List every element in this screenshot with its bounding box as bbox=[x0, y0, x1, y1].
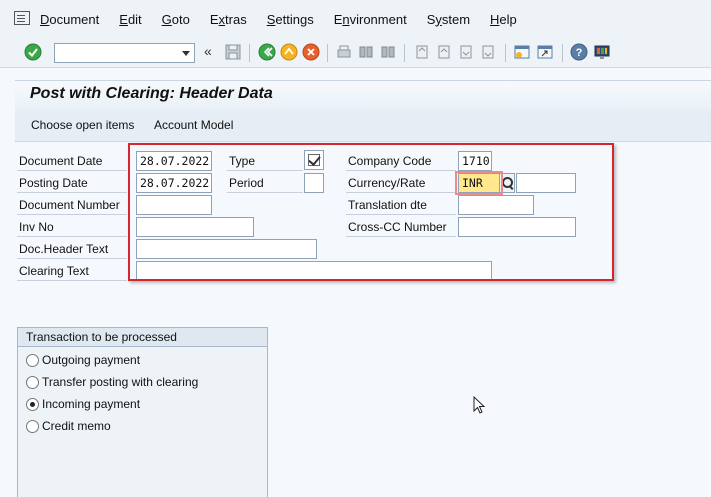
previous-page-icon[interactable] bbox=[435, 43, 453, 61]
last-page-icon[interactable] bbox=[479, 43, 497, 61]
mouse-pointer-icon bbox=[473, 396, 486, 414]
radio-button[interactable] bbox=[26, 353, 39, 367]
transaction-group-box: Transaction to be processed Outgoing pay… bbox=[17, 327, 268, 497]
menu-settings[interactable]: Settings bbox=[267, 12, 314, 27]
radio-credit-memo[interactable]: Credit memo bbox=[26, 416, 111, 436]
menu-goto[interactable]: Goto bbox=[162, 12, 190, 27]
header-fields-highlight bbox=[128, 143, 614, 281]
application-toolbar: Choose open items Account Model bbox=[15, 110, 711, 142]
page-title: Post with Clearing: Header Data bbox=[30, 85, 273, 102]
toolbar-separator bbox=[562, 44, 563, 62]
radio-outgoing-payment[interactable]: Outgoing payment bbox=[26, 350, 140, 370]
menu-help[interactable]: Help bbox=[490, 12, 517, 27]
transaction-group-title: Transaction to be processed bbox=[18, 328, 267, 347]
menu-environment[interactable]: Environment bbox=[334, 12, 407, 27]
radio-label: Transfer posting with clearing bbox=[42, 375, 199, 389]
back-icon[interactable] bbox=[258, 43, 276, 61]
radio-button-selected[interactable] bbox=[26, 397, 39, 411]
inv-no-label: Inv No bbox=[17, 217, 127, 237]
radio-label: Incoming payment bbox=[42, 397, 141, 411]
currency-field-highlight bbox=[455, 171, 503, 195]
help-icon[interactable]: ? bbox=[570, 43, 588, 61]
menu-document[interactable]: Document bbox=[40, 12, 99, 27]
chevron-down-icon[interactable] bbox=[182, 51, 190, 56]
exit-icon[interactable] bbox=[280, 43, 298, 61]
screen-title-bar: Post with Clearing: Header Data bbox=[15, 80, 711, 110]
menu-edit[interactable]: Edit bbox=[119, 12, 141, 27]
radio-incoming-payment[interactable]: Incoming payment bbox=[26, 394, 140, 414]
radio-button[interactable] bbox=[26, 375, 39, 389]
shortcut-icon[interactable] bbox=[536, 43, 554, 61]
doc-header-text-label: Doc.Header Text bbox=[17, 239, 127, 259]
cancel-icon[interactable] bbox=[302, 43, 320, 61]
system-menu-icon[interactable] bbox=[14, 11, 30, 25]
first-page-icon[interactable] bbox=[413, 43, 431, 61]
menu-extras[interactable]: Extras bbox=[210, 12, 247, 27]
customize-layout-icon[interactable] bbox=[593, 43, 611, 61]
radio-label: Outgoing payment bbox=[42, 353, 141, 367]
save-icon[interactable] bbox=[224, 43, 242, 61]
standard-toolbar: « ? bbox=[0, 38, 711, 68]
toolbar-separator bbox=[404, 44, 405, 62]
toolbar-separator bbox=[249, 44, 250, 62]
menu-bar: Document Edit Goto Extras Settings Envir… bbox=[0, 0, 711, 38]
toolbar-separator bbox=[505, 44, 506, 62]
posting-date-label: Posting Date bbox=[17, 173, 127, 193]
svg-text:?: ? bbox=[576, 47, 583, 59]
document-number-label: Document Number bbox=[17, 195, 127, 215]
radio-transfer-posting[interactable]: Transfer posting with clearing bbox=[26, 372, 198, 392]
menu-system[interactable]: System bbox=[427, 12, 470, 27]
enter-check-icon[interactable] bbox=[24, 43, 42, 61]
radio-label: Credit memo bbox=[42, 419, 111, 433]
create-session-icon[interactable] bbox=[513, 43, 531, 61]
find-next-icon[interactable] bbox=[379, 43, 397, 61]
clearing-text-label: Clearing Text bbox=[17, 261, 127, 281]
account-model-button[interactable]: Account Model bbox=[154, 118, 233, 132]
document-date-label: Document Date bbox=[17, 151, 127, 171]
collapse-chevron-icon[interactable]: « bbox=[204, 43, 212, 59]
command-field[interactable] bbox=[54, 43, 195, 63]
find-icon[interactable] bbox=[357, 43, 375, 61]
next-page-icon[interactable] bbox=[457, 43, 475, 61]
print-icon[interactable] bbox=[335, 43, 353, 61]
radio-button[interactable] bbox=[26, 419, 39, 433]
toolbar-separator bbox=[327, 44, 328, 62]
choose-open-items-button[interactable]: Choose open items bbox=[31, 118, 134, 132]
